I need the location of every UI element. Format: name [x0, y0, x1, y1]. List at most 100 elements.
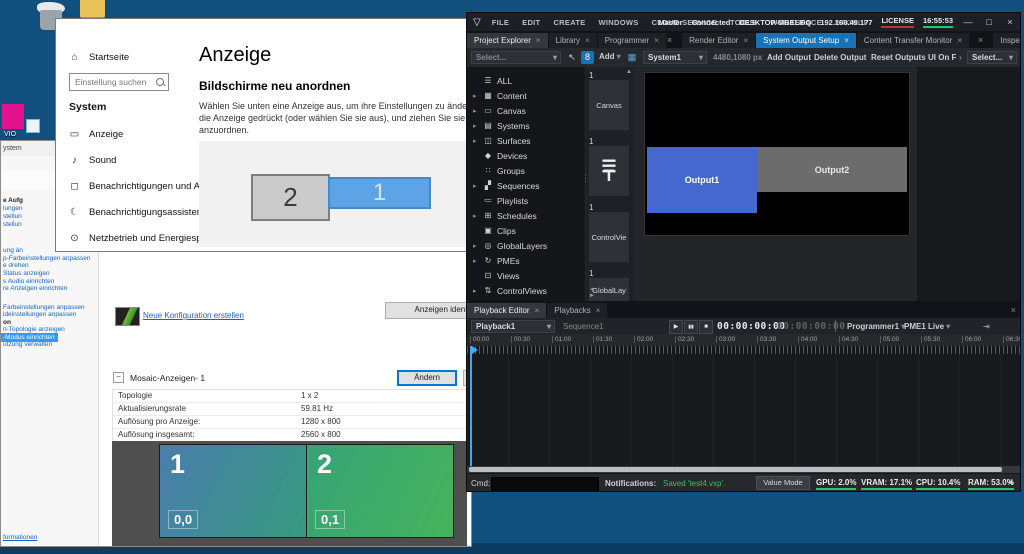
thumbnail-canvas[interactable]: 1 Canvas: [589, 71, 629, 130]
snap-tool-icon[interactable]: 8: [581, 51, 594, 64]
menu-create[interactable]: CREATE: [553, 18, 585, 27]
tree-item-systems[interactable]: ▸▤Systems: [467, 118, 585, 133]
scrollbar-thumb[interactable]: [469, 467, 1002, 472]
photos-icon[interactable]: [26, 119, 40, 133]
maximize-button[interactable]: □: [983, 17, 995, 27]
inspector-select-dropdown[interactable]: Select... ▾: [967, 51, 1017, 64]
close-icon[interactable]: ×: [535, 306, 540, 315]
tree-item-devices[interactable]: ◆Devices: [467, 148, 585, 163]
settings-search-input[interactable]: [69, 73, 169, 91]
speaker-icon[interactable]: ◀: [1008, 479, 1013, 486]
output-viewport[interactable]: Output1 Output2: [644, 72, 910, 236]
close-icon[interactable]: ×: [585, 36, 590, 45]
folder-icon[interactable]: [80, 0, 105, 18]
close-icon[interactable]: ×: [844, 36, 849, 45]
thumbnail-text-asset[interactable]: 1 ☰T: [589, 137, 629, 196]
thumb-scroll-arrows[interactable]: ◄ ►: [589, 287, 634, 299]
cursor-tool-icon[interactable]: ↖: [565, 51, 579, 64]
dock-icon[interactable]: ⇥: [983, 322, 990, 331]
nav-link[interactable]: Status anzeigen: [3, 270, 50, 277]
chevron-right-icon[interactable]: ›: [959, 53, 962, 62]
preview-monitor-1[interactable]: 1 0,0: [159, 444, 307, 538]
value-mode-dropdown[interactable]: Value Mode: [756, 476, 810, 490]
panel-group-close-icon[interactable]: ×: [978, 35, 983, 45]
sidebar-item-display[interactable]: ▭ Anzeige: [69, 129, 123, 140]
tab-content-transfer-monitor[interactable]: Content Transfer Monitor×: [857, 33, 969, 48]
monitor-2[interactable]: 2: [251, 174, 330, 221]
close-icon[interactable]: ×: [536, 36, 541, 45]
stop-button[interactable]: ■: [699, 320, 713, 334]
tree-item-playlists[interactable]: ≔Playlists: [467, 193, 585, 208]
menu-file[interactable]: FILE: [492, 18, 509, 27]
menu-edit[interactable]: EDIT: [522, 18, 540, 27]
nav-link[interactable]: lungen: [3, 205, 23, 212]
tab-programmer[interactable]: Programmer×: [598, 33, 666, 48]
collapse-icon[interactable]: −: [113, 372, 124, 383]
create-configuration-link[interactable]: Neue Konfiguration erstellen: [143, 311, 244, 320]
menu-windows[interactable]: WINDOWS: [599, 18, 639, 27]
tree-item-sequences[interactable]: ▸▞Sequences: [467, 178, 585, 193]
splitter-handle[interactable]: ⋮: [581, 173, 590, 184]
nav-link[interactable]: e drehen: [3, 262, 29, 269]
system-information-link[interactable]: formationen: [3, 534, 37, 541]
thumbnail-controlview[interactable]: 1 ControlVie: [589, 203, 629, 262]
tab-playback-editor[interactable]: Playback Editor×: [467, 303, 546, 318]
nav-link[interactable]: s Audio einrichten: [3, 278, 54, 285]
tree-item-canvas[interactable]: ▸▭Canvas: [467, 103, 585, 118]
sidebar-item-sound[interactable]: ♪ Sound: [69, 155, 116, 166]
tree-item-surfaces[interactable]: ▸◫Surfaces: [467, 133, 585, 148]
nav-link[interactable]: ung än: [3, 247, 23, 254]
grid-view-icon[interactable]: ▦: [625, 51, 639, 64]
panel-group-close-icon[interactable]: ×: [667, 35, 672, 45]
tree-item-content[interactable]: ▸▦Content: [467, 88, 585, 103]
close-icon[interactable]: ×: [957, 36, 962, 45]
tree-item-groups[interactable]: ∷Groups: [467, 163, 585, 178]
close-button[interactable]: ×: [1004, 17, 1016, 27]
identify-displays-button[interactable]: Anzeigen ident: [385, 302, 472, 319]
minimize-button[interactable]: —: [962, 17, 974, 27]
tab-system-output-setup[interactable]: System Output Setup×: [756, 33, 856, 48]
sidebar-item-home[interactable]: ⌂ Startseite: [69, 52, 129, 63]
output2-rect[interactable]: Output2: [757, 147, 907, 192]
preview-monitor-2[interactable]: 2 0,1: [306, 444, 454, 538]
panel-group-close-icon[interactable]: ×: [1011, 305, 1016, 315]
nav-link[interactable]: utzung verwalten: [3, 341, 52, 348]
tab-inspector[interactable]: Inspector×: [993, 33, 1021, 48]
nav-link[interactable]: re Anzeigen einrichten: [3, 285, 67, 292]
tree-item-controlviews[interactable]: ▸⇅ControlViews: [467, 283, 585, 298]
tab-playbacks[interactable]: Playbacks×: [547, 303, 607, 318]
tree-item-globallayers[interactable]: ▸◎GlobalLayers: [467, 238, 585, 253]
nav-link[interactable]: n-Topologie anzeigen: [3, 326, 65, 333]
monitor-1[interactable]: 1: [328, 177, 431, 209]
explorer-select-dropdown[interactable]: Select... ▾: [471, 51, 561, 64]
tree-item-all[interactable]: ☰ALL: [467, 73, 585, 88]
playback-select-dropdown[interactable]: Playback1 ▾: [471, 320, 555, 333]
tree-item-clips[interactable]: ▣Clips: [467, 223, 585, 238]
system-select-dropdown[interactable]: System1 ▾: [643, 51, 707, 64]
output1-rect[interactable]: Output1: [647, 147, 757, 213]
pme-live-dropdown[interactable]: PME1 Live ▾: [904, 322, 950, 331]
license-indicator[interactable]: LICENSE: [881, 16, 914, 28]
playhead[interactable]: [470, 346, 472, 466]
tab-render-editor[interactable]: Render Editor×: [682, 33, 755, 48]
horizontal-scrollbar[interactable]: [467, 466, 1020, 473]
timeline-tick-strip[interactable]: [467, 346, 1020, 354]
timeline-body[interactable]: [467, 354, 1020, 466]
add-dropdown[interactable]: Add ▾: [599, 52, 621, 61]
close-icon[interactable]: ×: [596, 306, 601, 315]
tab-project-explorer[interactable]: Project Explorer×: [467, 33, 548, 48]
nav-link[interactable]: stellun: [3, 221, 22, 228]
tab-library[interactable]: Library×: [549, 33, 597, 48]
tree-item-pmes[interactable]: ▸↻PMEs: [467, 253, 585, 268]
nav-link[interactable]: Farbeinstellungen anpassen: [3, 304, 85, 311]
vio-app-icon[interactable]: [2, 104, 24, 129]
pause-button[interactable]: ▮▮: [684, 320, 698, 334]
close-icon[interactable]: ×: [743, 36, 748, 45]
nav-link[interactable]: ldeinstellungen anpassen: [3, 311, 76, 318]
change-button[interactable]: Ändern: [397, 370, 457, 386]
close-icon[interactable]: ×: [654, 36, 659, 45]
add-output-button[interactable]: Add Output: [767, 53, 811, 62]
cmd-input[interactable]: [491, 477, 599, 492]
reset-outputs-button[interactable]: Reset Outputs: [871, 53, 926, 62]
programmer-dropdown[interactable]: Programmer1 ▾: [847, 322, 905, 331]
